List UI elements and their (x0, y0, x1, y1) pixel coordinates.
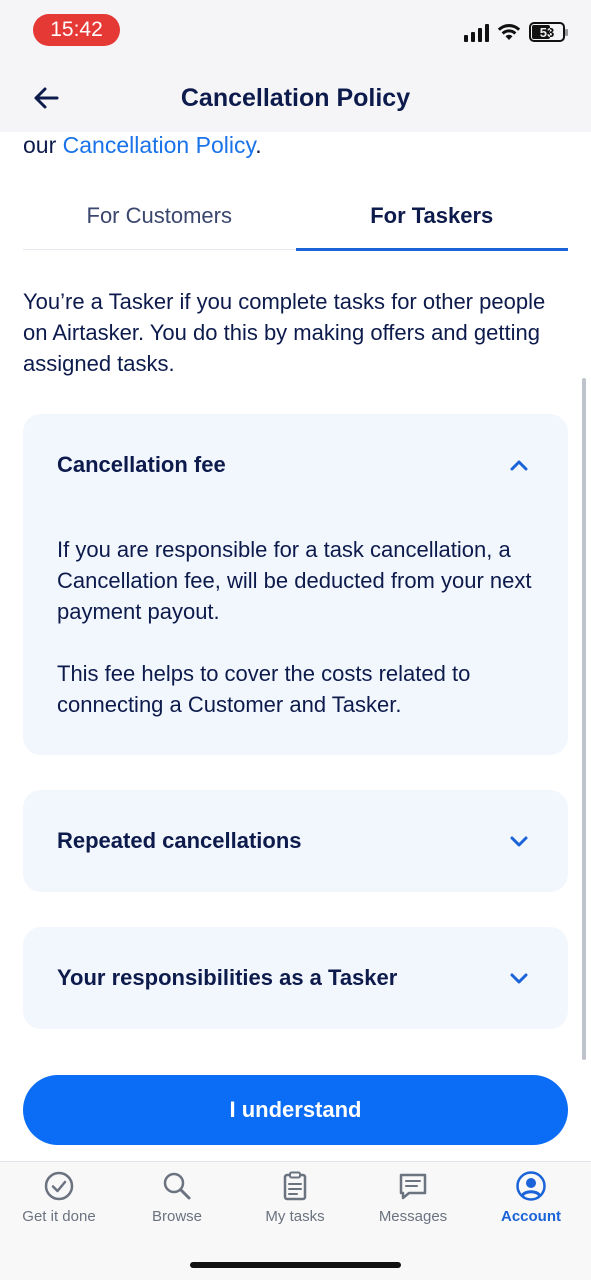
intro-prefix: our (23, 132, 63, 158)
accordion-cancellation-fee: Cancellation fee If you are responsible … (23, 414, 568, 755)
status-time: 15:42 (33, 14, 120, 46)
accordion-title: Repeated cancellations (57, 828, 302, 853)
clipboard-icon (283, 1171, 307, 1201)
accordion-responsibilities[interactable]: Your responsibilities as a Tasker (23, 927, 568, 1029)
accordion-title: Cancellation fee (57, 452, 226, 477)
accordion-body: If you are responsible for a task cancel… (23, 516, 568, 754)
status-icons: 53 (464, 22, 568, 42)
tab-bar-messages[interactable]: Messages (354, 1170, 472, 1225)
accordion-paragraph: If you are responsible for a task cancel… (57, 537, 532, 624)
tab-for-taskers[interactable]: For Taskers (295, 190, 569, 251)
tab-bar-label: Account (501, 1208, 561, 1225)
accordion-header-cancellation-fee[interactable]: Cancellation fee (23, 414, 568, 516)
page-title: Cancellation Policy (180, 84, 411, 112)
accordion-header-repeated-cancellations[interactable]: Repeated cancellations (23, 790, 568, 892)
tab-bar-get-it-done[interactable]: Get it done (0, 1170, 118, 1225)
tab-bar-label: My tasks (265, 1208, 325, 1225)
tab-bar-label: Get it done (22, 1208, 96, 1225)
tab-bar-my-tasks[interactable]: My tasks (236, 1170, 354, 1225)
wifi-icon (497, 24, 521, 40)
accordion-header-responsibilities[interactable]: Your responsibilities as a Tasker (23, 927, 568, 1029)
accordion-title: Your responsibilities as a Tasker (57, 965, 398, 990)
battery-icon: 53 (529, 22, 568, 42)
tab-bar-browse[interactable]: Browse (118, 1170, 236, 1225)
message-icon (399, 1173, 427, 1200)
chevron-up-icon (510, 460, 528, 471)
nav-header: Cancellation Policy (0, 66, 591, 132)
intro-text: our Cancellation Policy. (23, 132, 262, 159)
status-bar: 15:42 53 (0, 0, 591, 66)
cancellation-policy-link[interactable]: Cancellation Policy (63, 132, 256, 158)
account-icon (516, 1171, 546, 1201)
i-understand-button[interactable]: I understand (23, 1075, 568, 1145)
tab-for-customers[interactable]: For Customers (23, 190, 296, 249)
tab-bar-label: Messages (378, 1208, 448, 1225)
search-icon (163, 1172, 191, 1200)
tab-bar-account[interactable]: Account (472, 1170, 590, 1225)
audience-tabs: For Customers For Taskers (23, 190, 569, 251)
signal-icon (464, 22, 489, 42)
accordion-repeated-cancellations[interactable]: Repeated cancellations (23, 790, 568, 892)
tasker-description: You’re a Tasker if you complete tasks fo… (23, 289, 546, 376)
accordion-paragraph: This fee helps to cover the costs relate… (57, 661, 471, 717)
intro-suffix: . (255, 132, 262, 158)
home-indicator[interactable] (190, 1262, 401, 1268)
battery-level: 53 (539, 24, 555, 40)
tab-bar-label: Browse (151, 1208, 203, 1225)
chevron-down-icon (510, 973, 528, 984)
scrollbar[interactable] (582, 378, 586, 1060)
check-circle-icon (44, 1171, 74, 1201)
chevron-down-icon (510, 836, 528, 847)
